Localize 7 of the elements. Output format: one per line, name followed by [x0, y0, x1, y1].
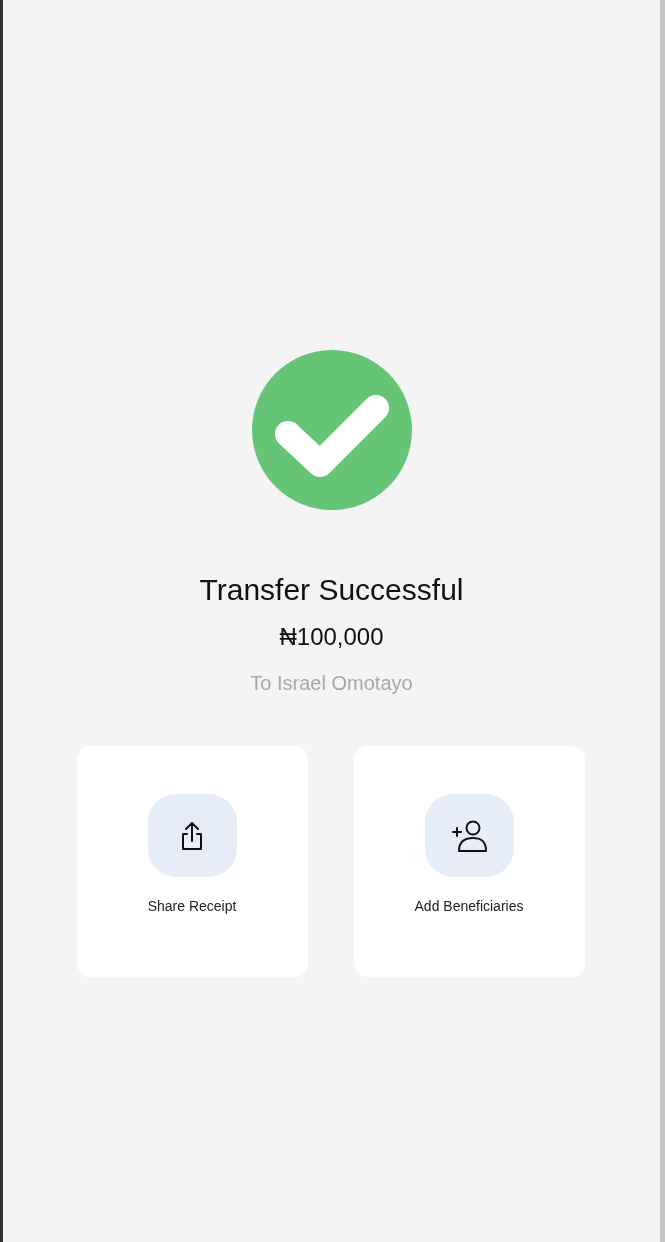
add-person-icon — [451, 818, 487, 853]
recipient-text: To Israel Omotayo — [250, 671, 413, 695]
action-card[interactable]: Share Receipt — [76, 746, 308, 977]
success-check-icon — [251, 350, 412, 510]
status-title: Transfer Successful — [199, 572, 464, 608]
amount-text: ₦100,000 — [279, 622, 384, 652]
action-card[interactable]: Add Beneficiaries — [353, 746, 585, 977]
